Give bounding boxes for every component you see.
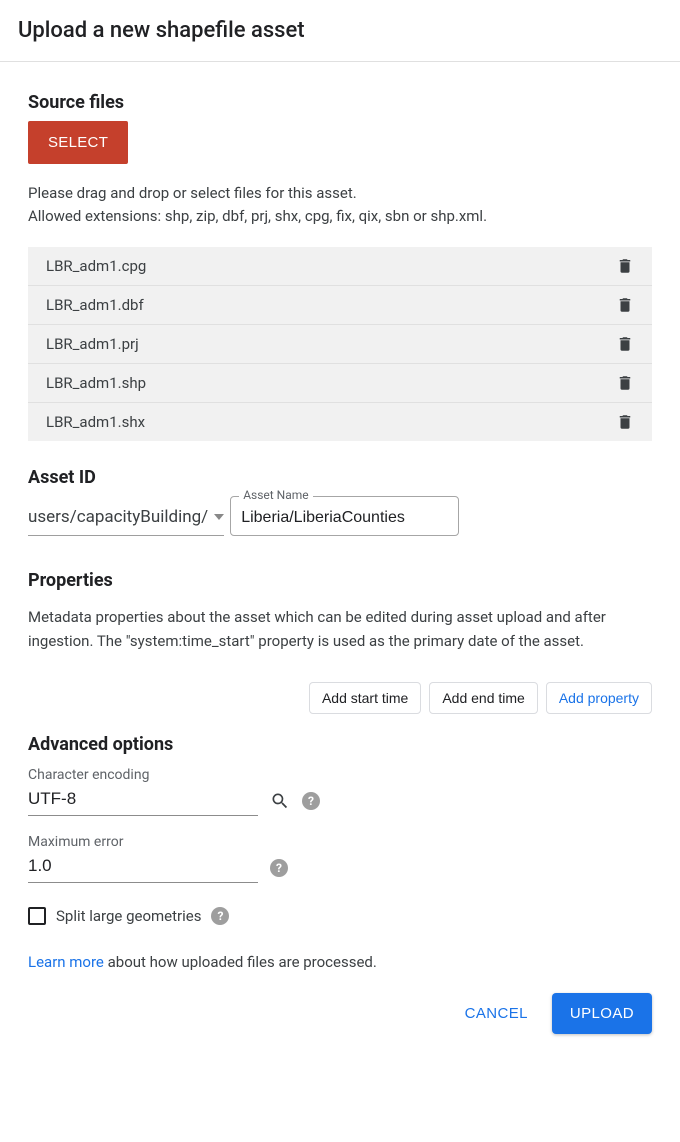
file-name: LBR_adm1.cpg	[46, 257, 146, 275]
learn-more-link[interactable]: Learn more	[28, 953, 104, 971]
encoding-label: Character encoding	[28, 767, 652, 783]
properties-description: Metadata properties about the asset whic…	[28, 605, 652, 655]
dialog-actions: CANCEL UPLOAD	[28, 993, 652, 1048]
help-icon[interactable]: ?	[302, 792, 320, 810]
delete-icon[interactable]	[616, 374, 634, 392]
cancel-button[interactable]: CANCEL	[461, 997, 532, 1030]
file-name: LBR_adm1.prj	[46, 335, 139, 353]
file-name: LBR_adm1.shp	[46, 374, 146, 392]
delete-icon[interactable]	[616, 335, 634, 353]
file-row: LBR_adm1.cpg	[28, 247, 652, 286]
asset-id-row: users/capacityBuilding/ Asset Name	[28, 496, 652, 536]
delete-icon[interactable]	[616, 257, 634, 275]
property-buttons-row: Add start time Add end time Add property	[28, 682, 652, 714]
help-icon[interactable]: ?	[211, 907, 229, 925]
add-property-button[interactable]: Add property	[546, 682, 652, 714]
hint-line-2: Allowed extensions: shp, zip, dbf, prj, …	[28, 207, 487, 225]
asset-path-prefix-text: users/capacityBuilding/	[28, 507, 208, 527]
file-name: LBR_adm1.dbf	[46, 296, 144, 314]
max-error-input[interactable]	[28, 852, 258, 883]
source-files-hint: Please drag and drop or select files for…	[28, 182, 652, 229]
dialog-title: Upload a new shapefile asset	[18, 18, 660, 43]
split-geometries-row: Split large geometries ?	[28, 907, 652, 925]
file-row: LBR_adm1.prj	[28, 325, 652, 364]
encoding-field: Character encoding ?	[28, 767, 652, 816]
file-name: LBR_adm1.shx	[46, 413, 145, 431]
split-geometries-label: Split large geometries	[56, 907, 201, 925]
file-row: LBR_adm1.shx	[28, 403, 652, 441]
upload-dialog: Upload a new shapefile asset Source file…	[0, 0, 680, 1060]
asset-name-input[interactable]	[241, 509, 448, 527]
asset-name-field[interactable]: Asset Name	[230, 496, 459, 536]
hint-line-1: Please drag and drop or select files for…	[28, 184, 357, 202]
add-start-time-button[interactable]: Add start time	[309, 682, 421, 714]
select-files-button[interactable]: SELECT	[28, 121, 128, 164]
delete-icon[interactable]	[616, 413, 634, 431]
properties-heading: Properties	[28, 570, 652, 591]
learn-more-rest: about how uploaded files are processed.	[104, 953, 377, 971]
chevron-down-icon	[214, 514, 224, 520]
file-row: LBR_adm1.shp	[28, 364, 652, 403]
asset-id-heading: Asset ID	[28, 467, 652, 488]
dialog-header: Upload a new shapefile asset	[0, 0, 680, 62]
file-list: LBR_adm1.cpg LBR_adm1.dbf LBR_adm1.prj LBR_…	[28, 247, 652, 441]
help-icon[interactable]: ?	[270, 859, 288, 877]
learn-more-line: Learn more about how uploaded files are …	[28, 953, 652, 971]
split-geometries-checkbox[interactable]	[28, 907, 46, 925]
delete-icon[interactable]	[616, 296, 634, 314]
upload-button[interactable]: UPLOAD	[552, 993, 652, 1034]
add-end-time-button[interactable]: Add end time	[429, 682, 538, 714]
max-error-field: Maximum error ?	[28, 834, 652, 883]
max-error-label: Maximum error	[28, 834, 652, 850]
asset-path-dropdown[interactable]: users/capacityBuilding/	[28, 507, 224, 536]
advanced-heading: Advanced options	[28, 734, 652, 755]
encoding-input[interactable]	[28, 785, 258, 816]
file-row: LBR_adm1.dbf	[28, 286, 652, 325]
asset-name-label: Asset Name	[239, 488, 312, 502]
search-icon[interactable]	[270, 791, 290, 811]
source-files-heading: Source files	[28, 92, 652, 113]
